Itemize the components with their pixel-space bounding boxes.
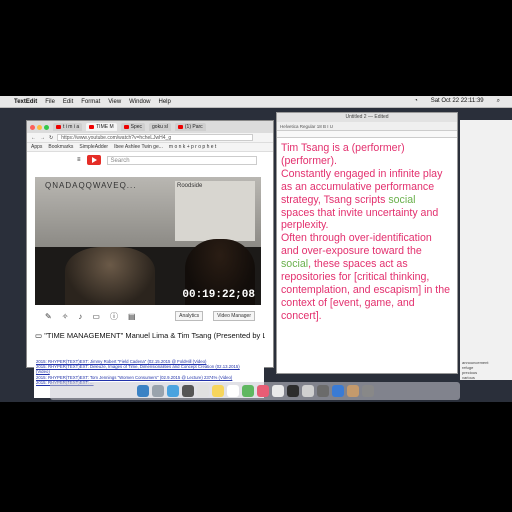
tab-1[interactable]: t i m i a bbox=[53, 123, 83, 131]
projected-slide: QNADAQQWAVEQ... Roodside bbox=[35, 177, 261, 247]
safari-icon[interactable] bbox=[166, 385, 179, 397]
video-player[interactable]: QNADAQQWAVEQ... Roodside 00:19:22;08 bbox=[35, 177, 261, 305]
textedit-window: Untitled 2 — Edited Helvetica Regular 18… bbox=[276, 112, 458, 374]
video-timecode: 00:19:22;08 bbox=[182, 289, 255, 301]
minimize-window-icon[interactable] bbox=[37, 124, 42, 130]
trash-icon[interactable] bbox=[361, 385, 374, 397]
folder-icon[interactable] bbox=[346, 385, 359, 397]
bookmark-bookmarks[interactable]: Bookmarks bbox=[48, 144, 73, 150]
edit-icon[interactable]: ✎ bbox=[45, 312, 52, 321]
youtube-logo-icon[interactable] bbox=[86, 155, 101, 165]
bookmark-apps[interactable]: Apps bbox=[31, 144, 42, 150]
youtube-search-input[interactable]: Search bbox=[106, 155, 257, 165]
tab-2[interactable]: TIME M bbox=[86, 123, 117, 131]
info-icon[interactable]: ⓘ bbox=[110, 311, 118, 322]
menu-app-name[interactable]: TextEdit bbox=[14, 99, 37, 105]
tab-5[interactable]: (1) Parc bbox=[174, 123, 206, 131]
tab-label: goku sl bbox=[152, 124, 168, 130]
format-toolbar[interactable]: Helvetica Regular 18 B I U bbox=[277, 122, 457, 131]
tab-3[interactable]: Spec bbox=[120, 123, 146, 131]
text-segment: Tim Tsang is a (performer) (performer). … bbox=[281, 142, 443, 206]
url-input[interactable]: https://www.youtube.com/watch?v=hcheLJwH… bbox=[57, 134, 253, 141]
textedit-title: Untitled 2 — Edited bbox=[277, 113, 457, 122]
analytics-button[interactable]: Analytics bbox=[175, 311, 204, 321]
bookmark-4[interactable]: Ibee Ashlee Twin ge... bbox=[114, 144, 163, 150]
menu-help[interactable]: Help bbox=[159, 99, 171, 105]
text-segment-highlight: social bbox=[388, 193, 416, 206]
menu-icon[interactable]: ≡ bbox=[77, 157, 81, 163]
youtube-tab-icon bbox=[89, 124, 95, 129]
tab-label: TIME M bbox=[96, 124, 114, 130]
clock[interactable]: Sat Oct 22 22:11:39 bbox=[431, 98, 484, 105]
menu-window[interactable]: Window bbox=[129, 99, 150, 105]
tab-label: (1) Parc bbox=[184, 124, 203, 130]
dock bbox=[50, 382, 460, 400]
tab-label: t i m i a bbox=[63, 124, 80, 130]
wifi-icon[interactable]: ◔ bbox=[414, 98, 418, 105]
preferences-icon[interactable] bbox=[316, 385, 329, 397]
browser-tabbar: t i m i a TIME M Spec goku sl (1) Parc bbox=[27, 121, 273, 133]
youtube-tab-icon bbox=[56, 124, 61, 129]
bookmark-simpleadder[interactable]: SimpleAdder bbox=[79, 144, 108, 150]
itunes-icon[interactable] bbox=[256, 385, 269, 397]
menu-view[interactable]: View bbox=[108, 99, 121, 105]
search-icon[interactable]: ⌕ bbox=[497, 98, 500, 105]
back-icon[interactable]: ← bbox=[31, 135, 36, 141]
menu-edit[interactable]: Edit bbox=[63, 99, 73, 105]
annotation-icon[interactable]: ▭ bbox=[92, 312, 100, 321]
word-item: various bbox=[462, 375, 475, 380]
tab-label: Spec bbox=[130, 124, 143, 130]
slide-title: QNADAQQWAVEQ... bbox=[45, 181, 137, 190]
zoom-window-icon[interactable] bbox=[44, 124, 49, 130]
document-icon: ▭ bbox=[35, 331, 43, 340]
notes-icon[interactable] bbox=[211, 385, 224, 397]
desktop-screen: TextEdit File Edit Format View Window He… bbox=[0, 96, 512, 402]
browser-window: t i m i a TIME M Spec goku sl (1) Parc ←… bbox=[26, 120, 274, 368]
video-manager-button[interactable]: Video Manager bbox=[213, 311, 255, 321]
bookmark-5[interactable]: m o n k + p r o p h e t bbox=[169, 144, 216, 150]
close-window-icon[interactable] bbox=[30, 124, 35, 130]
ruler[interactable] bbox=[277, 131, 457, 138]
menu-bar: TextEdit File Edit Format View Window He… bbox=[0, 96, 512, 108]
performer-figure bbox=[65, 247, 155, 305]
menu-file[interactable]: File bbox=[45, 99, 55, 105]
terminal-icon[interactable] bbox=[286, 385, 299, 397]
text-segment-highlight: social bbox=[281, 258, 309, 271]
address-bar: ← → ↻ https://www.youtube.com/watch?v=hc… bbox=[27, 133, 273, 143]
video-edit-controls: ✎ ✧ ♪ ▭ ⓘ ▤ Analytics Video Manager bbox=[35, 309, 261, 323]
word-list: announcement refuge precious various bbox=[462, 360, 488, 380]
youtube-tab-icon bbox=[123, 124, 129, 129]
forward-icon[interactable]: → bbox=[40, 135, 45, 141]
captions-icon[interactable]: ▤ bbox=[128, 312, 136, 321]
app-store-icon[interactable] bbox=[331, 385, 344, 397]
tab-4[interactable]: goku sl bbox=[149, 123, 171, 131]
list-item[interactable]: 2015: RHYPER(TEXT)EXT: Deleuze, Images o… bbox=[36, 364, 262, 369]
launchpad-icon[interactable] bbox=[151, 385, 164, 397]
chrome-icon[interactable] bbox=[271, 385, 284, 397]
reload-icon[interactable]: ↻ bbox=[49, 135, 53, 141]
youtube-tab-icon bbox=[177, 124, 183, 129]
reminders-icon[interactable] bbox=[226, 385, 239, 397]
finder-icon[interactable] bbox=[136, 385, 149, 397]
app-icon[interactable] bbox=[181, 385, 194, 397]
calendar-icon[interactable] bbox=[196, 385, 209, 397]
music-note-icon[interactable]: ♪ bbox=[78, 312, 82, 321]
video-title: ▭ "TIME MANAGEMENT" Manuel Lima & Tim Ts… bbox=[35, 331, 265, 340]
document-body[interactable]: Tim Tsang is a (performer) (performer). … bbox=[277, 138, 457, 323]
video-title-text: "TIME MANAGEMENT" Manuel Lima & Tim Tsan… bbox=[44, 331, 265, 340]
messages-icon[interactable] bbox=[241, 385, 254, 397]
menu-format[interactable]: Format bbox=[81, 99, 100, 105]
slide-right-panel: Roodside bbox=[175, 181, 255, 241]
bookmarks-bar: Apps Bookmarks SimpleAdder Ibee Ashlee T… bbox=[27, 143, 273, 152]
background-window-right: announcement refuge precious various bbox=[460, 120, 512, 380]
magic-wand-icon[interactable]: ✧ bbox=[62, 312, 69, 321]
textedit-icon[interactable] bbox=[301, 385, 314, 397]
youtube-header: ≡ Search bbox=[27, 152, 273, 168]
